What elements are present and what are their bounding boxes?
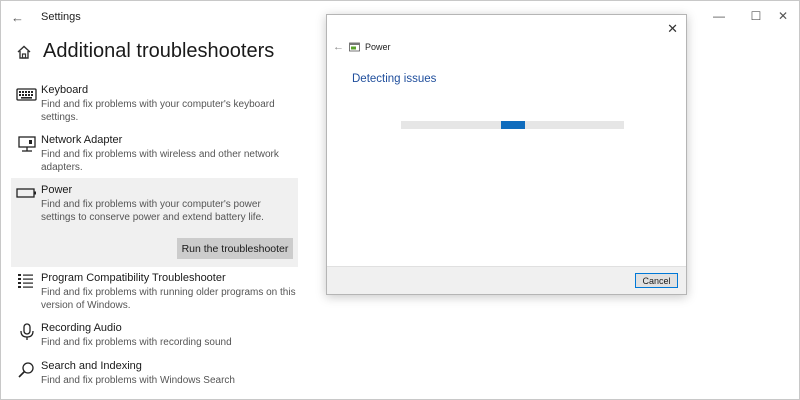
troubleshooter-keyboard[interactable]: Keyboard Find and fix problems with your…: [11, 81, 298, 126]
troubleshooter-name: Search and Indexing: [41, 360, 142, 372]
search-icon: [18, 362, 34, 378]
dialog-title: Power: [365, 42, 391, 52]
settings-window: ← Settings — ☐ ✕ Additional troubleshoot…: [0, 0, 800, 400]
maximize-button[interactable]: ☐: [746, 9, 766, 23]
battery-icon: [16, 188, 36, 198]
troubleshooter-power[interactable]: Power Find and fix problems with your co…: [11, 178, 298, 267]
troubleshooter-name: Recording Audio: [41, 322, 122, 334]
troubleshooter-app-icon: [349, 42, 360, 52]
list-icon: [18, 274, 33, 288]
minimize-button[interactable]: —: [709, 9, 729, 23]
network-adapter-icon: [18, 136, 36, 152]
troubleshooter-description: Find and fix problems with your computer…: [41, 199, 264, 223]
dialog-close-button[interactable]: ✕: [667, 21, 678, 37]
troubleshooter-description: Find and fix problems with your computer…: [41, 99, 275, 123]
app-title: Settings: [41, 11, 81, 23]
troubleshooter-name: Network Adapter: [41, 134, 123, 146]
back-arrow-icon[interactable]: ←: [11, 10, 24, 25]
troubleshooter-network-adapter[interactable]: Network Adapter Find and fix problems wi…: [11, 131, 298, 176]
troubleshooter-description: Find and fix problems with recording sou…: [41, 337, 232, 348]
troubleshooter-description: Find and fix problems with Windows Searc…: [41, 375, 235, 386]
troubleshooter-program-compatibility[interactable]: Program Compatibility Troubleshooter Fin…: [11, 269, 298, 314]
power-troubleshooter-dialog: ✕ ← Power Detecting issues Cancel: [326, 14, 687, 295]
cancel-button[interactable]: Cancel: [635, 273, 678, 288]
troubleshooter-description: Find and fix problems with running older…: [41, 287, 296, 311]
troubleshooter-description: Find and fix problems with wireless and …: [41, 149, 279, 173]
dialog-footer: Cancel: [327, 266, 686, 294]
progress-indicator: [501, 121, 525, 129]
troubleshooter-name: Keyboard: [41, 84, 89, 96]
page-title: Additional troubleshooters: [43, 40, 275, 62]
dialog-back-arrow-icon[interactable]: ←: [333, 41, 344, 53]
run-troubleshooter-button[interactable]: Run the troubleshooter: [177, 238, 293, 259]
detecting-issues-status: Detecting issues: [352, 73, 437, 85]
keyboard-icon: [16, 88, 37, 101]
close-window-button[interactable]: ✕: [773, 9, 793, 23]
troubleshooter-name: Power: [41, 184, 73, 196]
troubleshooter-name: Program Compatibility Troubleshooter: [41, 272, 226, 284]
progress-bar: [401, 121, 624, 129]
microphone-icon: [20, 323, 34, 340]
troubleshooter-recording-audio[interactable]: Recording Audio Find and fix problems wi…: [11, 319, 298, 354]
home-icon: [17, 45, 31, 59]
troubleshooter-search-indexing[interactable]: Search and Indexing Find and fix problem…: [11, 357, 298, 392]
